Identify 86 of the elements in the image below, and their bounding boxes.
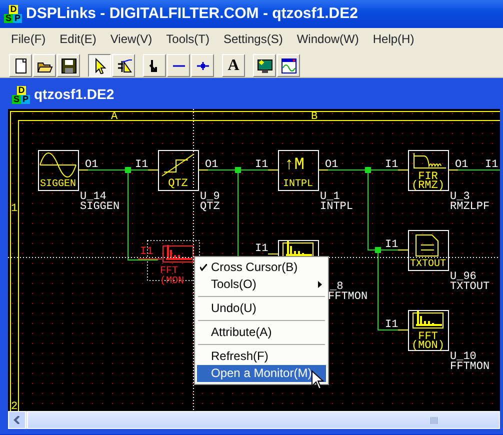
- pointer-arrow-button[interactable]: [88, 54, 111, 77]
- block-name: SIGGEN: [80, 201, 120, 213]
- port-label: I1: [485, 159, 498, 171]
- block-frame[interactable]: [408, 230, 449, 271]
- menu-item[interactable]: Help(H): [366, 28, 422, 48]
- menu-item[interactable]: Attribute(A): [197, 324, 326, 341]
- menu-item[interactable]: Undo(U): [197, 300, 326, 317]
- save-disk-button[interactable]: [57, 54, 80, 77]
- window-title: DSPLinks - DIGITALFILTER.COM - qtzosf1.DE2: [26, 4, 358, 24]
- wave-window-button[interactable]: [277, 54, 300, 77]
- block-frame[interactable]: [38, 150, 79, 191]
- monitor-screen-button[interactable]: [253, 54, 276, 77]
- menu-item[interactable]: Cross Cursor(B): [197, 259, 326, 276]
- new-file-button[interactable]: [9, 54, 32, 77]
- port-label: O1: [325, 159, 338, 171]
- port-label: I1: [385, 319, 398, 331]
- menu-item[interactable]: File(F): [4, 28, 53, 48]
- block-name: TXTOUT: [450, 281, 490, 293]
- port-label: O1: [85, 159, 98, 171]
- menu-item[interactable]: View(V): [103, 28, 160, 48]
- block-frame[interactable]: [278, 150, 319, 191]
- scroll-left-button[interactable]: [8, 411, 26, 429]
- grip-icon: [430, 416, 438, 424]
- block-frame[interactable]: [408, 150, 449, 191]
- column-label: B: [311, 111, 318, 123]
- port-label: I1: [255, 243, 268, 255]
- left-chevron-icon: [13, 416, 21, 424]
- block-id: _8: [330, 281, 344, 293]
- column-label: A: [111, 111, 118, 123]
- document-title: qtzosf1.DE2: [34, 85, 114, 104]
- block-label: INTPL: [283, 179, 313, 190]
- port-label: I1: [385, 239, 398, 251]
- text-tool-button[interactable]: A: [222, 54, 245, 77]
- block-label: TXTOUT: [410, 259, 446, 270]
- spectrum-icon: [162, 244, 194, 262]
- block-id: U_10: [450, 351, 476, 363]
- wave-window-icon: [280, 58, 296, 74]
- block-symbol: ↑M: [284, 156, 304, 175]
- block-id: U_96: [450, 271, 476, 283]
- port-label: I1: [140, 246, 154, 258]
- menu-item[interactable]: Tools(T): [159, 28, 216, 48]
- menu-item[interactable]: Settings(S): [216, 28, 290, 48]
- document-icon: [416, 234, 438, 256]
- open-folder-button[interactable]: [33, 54, 56, 77]
- block-name: INTPL: [320, 201, 354, 213]
- block-name: FFTMON: [328, 291, 368, 303]
- line-button[interactable]: [167, 54, 190, 77]
- corner-line-button[interactable]: [143, 54, 166, 77]
- port-label: I1: [255, 159, 268, 171]
- new-file-icon: [12, 58, 28, 74]
- block-label: (MON: [160, 276, 184, 287]
- menu-item[interactable]: Window(W): [290, 28, 366, 48]
- port-line: [138, 258, 162, 260]
- block-id: U_1: [320, 191, 340, 203]
- block-id: U_9: [200, 191, 220, 203]
- block-label: FFT: [160, 266, 178, 277]
- block-label: (RMZ): [412, 180, 444, 192]
- port-label: I1: [135, 159, 148, 171]
- menu-item[interactable]: Tools(O): [197, 276, 326, 293]
- spectrum-icon: [412, 310, 444, 328]
- staircase-icon: [162, 154, 194, 176]
- block-label: SIGGEN: [40, 179, 76, 190]
- sine-wave-icon: [40, 152, 76, 178]
- port-label: O1: [205, 159, 218, 171]
- block-label: QTZ: [168, 178, 188, 190]
- block-frame[interactable]: [158, 150, 199, 191]
- monitor-screen-icon: [256, 58, 272, 74]
- wire-tool-button[interactable]: [112, 54, 135, 77]
- menu-item[interactable]: Refresh(F): [197, 348, 326, 365]
- block-name: QTZ: [200, 201, 220, 213]
- line-icon: [172, 64, 184, 66]
- menu-item[interactable]: Edit(E): [52, 28, 104, 48]
- block-name: FFTMON: [450, 361, 490, 373]
- filter-response-icon: [414, 152, 446, 168]
- port-label: I1: [385, 159, 398, 171]
- port-label: O1: [455, 159, 468, 171]
- row-label: 2: [11, 401, 18, 411]
- block-id: U_3: [450, 191, 470, 203]
- row-label: 1: [11, 203, 18, 215]
- block-frame[interactable]: [408, 310, 449, 351]
- wire-tool-icon: [116, 58, 132, 74]
- block-label: (MON): [412, 340, 444, 352]
- junction-button[interactable]: [191, 54, 214, 77]
- menu-item[interactable]: Open a Monitor(M): [197, 365, 326, 382]
- block-name: RMZLPF: [450, 201, 490, 213]
- block-id: U_14: [80, 191, 106, 203]
